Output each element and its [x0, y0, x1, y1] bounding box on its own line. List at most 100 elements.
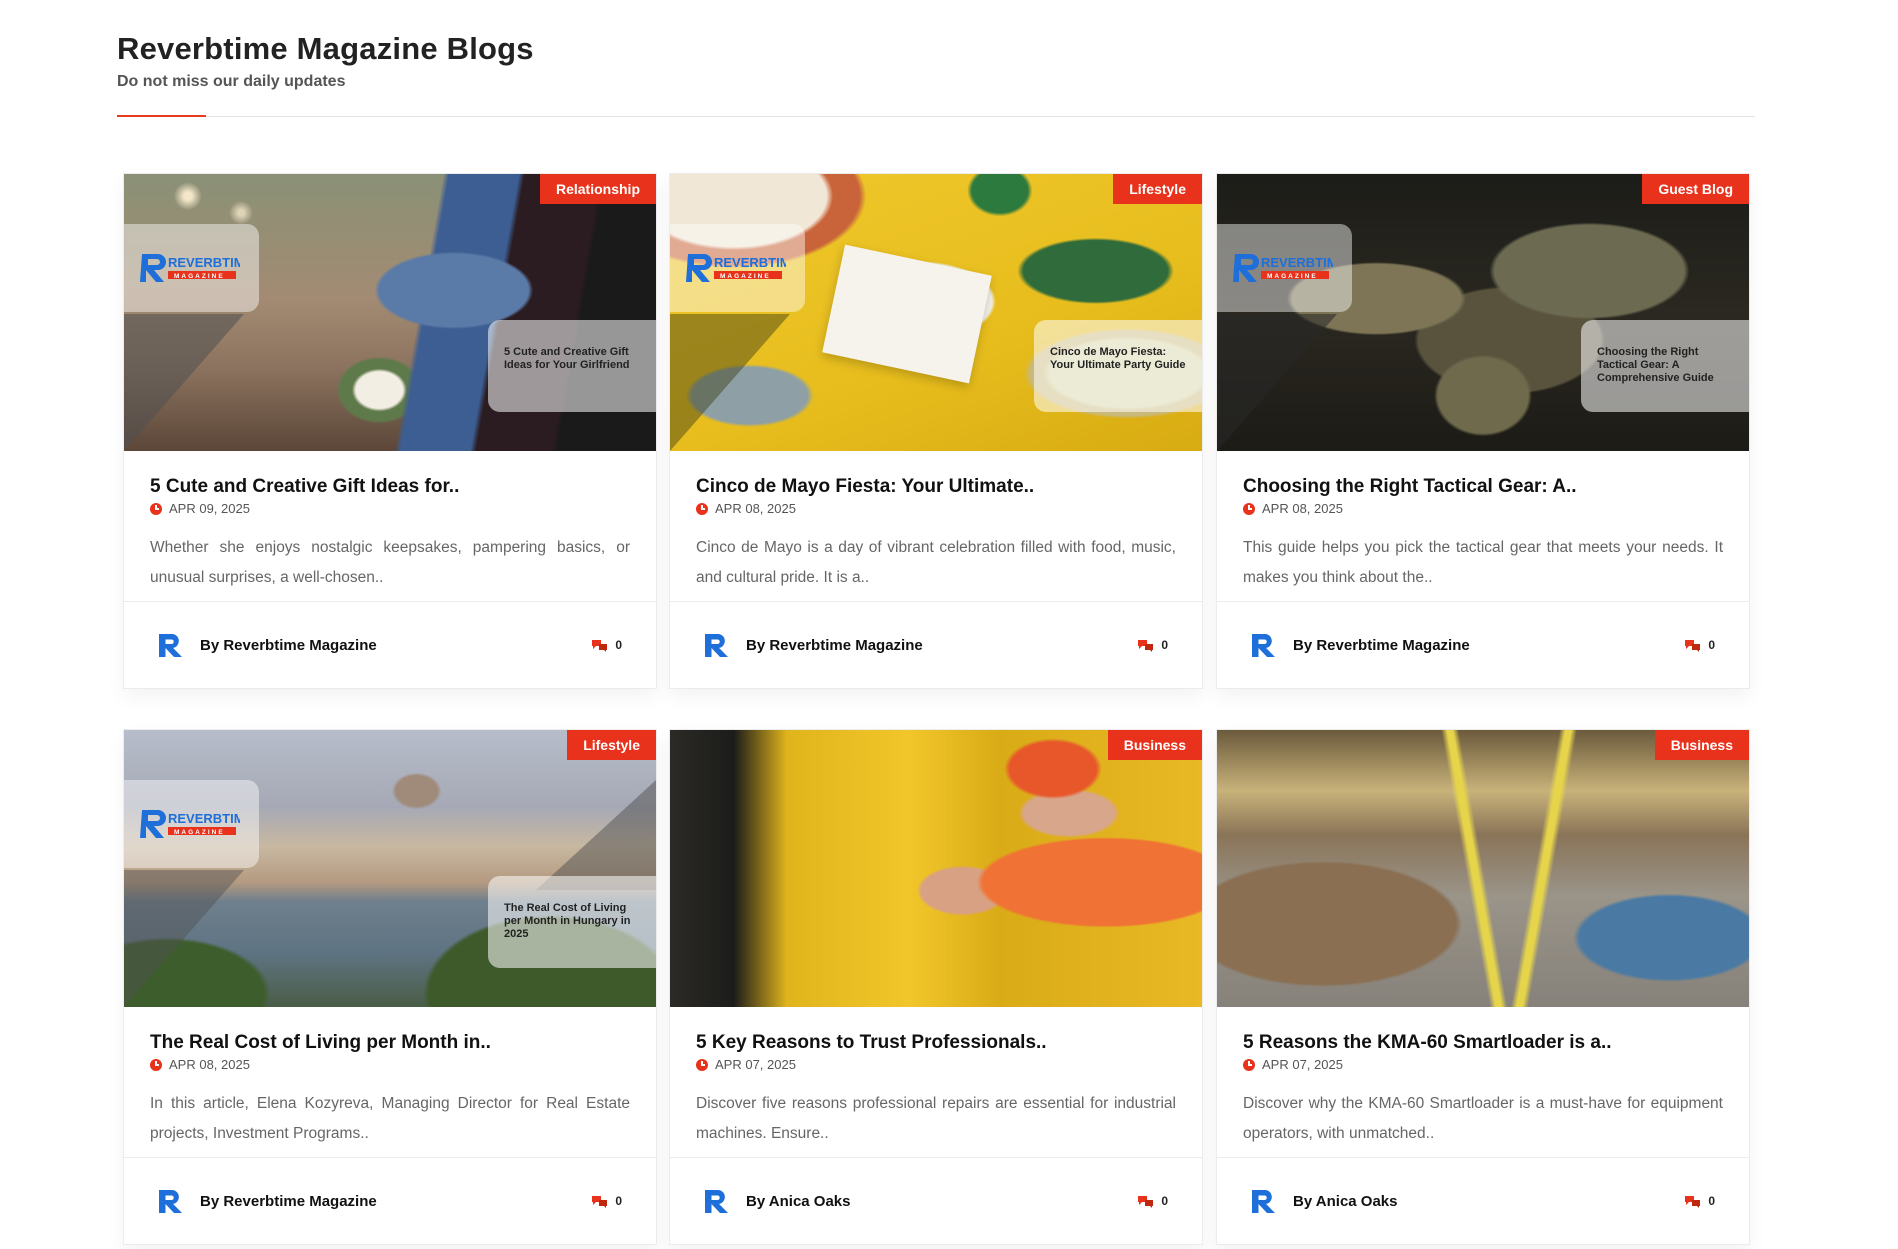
reverbtime-logo-icon: REVERBTIME MAGAZINE — [140, 810, 240, 838]
svg-text:REVERBTIME: REVERBTIME — [168, 255, 240, 270]
comments-count-text: 0 — [1161, 638, 1168, 652]
card-title[interactable]: Cinco de Mayo Fiesta: Your Ultimate.. — [696, 475, 1176, 499]
image-logo-box: REVERBTIME MAGAZINE — [670, 224, 805, 312]
clock-icon — [696, 503, 708, 515]
clock-icon — [1243, 1059, 1255, 1071]
author-name[interactable]: By Reverbtime Magazine — [746, 637, 923, 654]
card-title[interactable]: Choosing the Right Tactical Gear: A.. — [1243, 475, 1723, 499]
card-image[interactable]: REVERBTIME MAGAZINE The Real Cost of Liv… — [124, 730, 656, 1007]
card-title[interactable]: The Real Cost of Living per Month in.. — [150, 1031, 630, 1055]
blog-card[interactable]: REVERBTIME MAGAZINE Cinco de Mayo Fiesta… — [669, 173, 1203, 689]
card-date-text: APR 07, 2025 — [715, 1057, 796, 1072]
card-body: 5 Cute and Creative Gift Ideas for.. APR… — [124, 451, 656, 602]
card-footer: By Reverbtime Magazine 0 — [1217, 602, 1749, 688]
card-body: 5 Reasons the KMA-60 Smartloader is a.. … — [1217, 1007, 1749, 1158]
reverbtime-logo-icon: REVERBTIME MAGAZINE — [1233, 254, 1333, 282]
card-date-text: APR 09, 2025 — [169, 501, 250, 516]
card-image-corner-shape — [536, 780, 656, 890]
comments-count[interactable]: 0 — [591, 638, 622, 652]
reverbtime-logo-icon: REVERBTIME MAGAZINE — [686, 254, 786, 282]
card-footer: By Anica Oaks 0 — [670, 1158, 1202, 1244]
card-date: APR 08, 2025 — [1243, 501, 1723, 517]
card-excerpt: Cinco de Mayo is a day of vibrant celebr… — [696, 539, 1176, 586]
card-image-corner-shape-left — [124, 870, 244, 1007]
author-avatar-icon[interactable] — [702, 1186, 732, 1216]
author-name[interactable]: By Reverbtime Magazine — [200, 1193, 377, 1210]
card-excerpt: Discover why the KMA-60 Smartloader is a… — [1243, 1095, 1723, 1142]
section-title: Reverbtime Magazine Blogs — [117, 31, 534, 66]
comments-count-text: 0 — [1708, 638, 1715, 652]
author-avatar-icon[interactable] — [1249, 630, 1279, 660]
comments-count[interactable]: 0 — [1684, 1194, 1715, 1208]
author-name[interactable]: By Anica Oaks — [746, 1193, 851, 1210]
blog-card[interactable]: Business 5 Key Reasons to Trust Professi… — [669, 729, 1203, 1245]
comments-count[interactable]: 0 — [1137, 1194, 1168, 1208]
comments-count[interactable]: 0 — [1684, 638, 1715, 652]
comments-count[interactable]: 0 — [1137, 638, 1168, 652]
blog-card[interactable]: REVERBTIME MAGAZINE Choosing the Right T… — [1216, 173, 1750, 689]
comments-count-text: 0 — [615, 638, 622, 652]
card-image[interactable]: REVERBTIME MAGAZINE Choosing the Right T… — [1217, 174, 1749, 451]
section-divider — [117, 116, 1755, 117]
blog-card[interactable]: Business 5 Reasons the KMA-60 Smartloade… — [1216, 729, 1750, 1245]
card-image[interactable]: REVERBTIME MAGAZINE 5 Cute and Creative … — [124, 174, 656, 451]
reverbtime-logo-icon: REVERBTIME MAGAZINE — [140, 254, 240, 282]
card-date-text: APR 08, 2025 — [169, 1057, 250, 1072]
card-image-corner-shape — [1217, 314, 1337, 451]
svg-text:REVERBTIME: REVERBTIME — [714, 255, 786, 270]
author-name[interactable]: By Reverbtime Magazine — [200, 637, 377, 654]
card-body: Choosing the Right Tactical Gear: A.. AP… — [1217, 451, 1749, 602]
clock-icon — [150, 1059, 162, 1071]
card-image-photo — [1217, 730, 1749, 1007]
image-overlay-caption: Choosing the Right Tactical Gear: A Comp… — [1581, 320, 1749, 412]
comments-count[interactable]: 0 — [591, 1194, 622, 1208]
section-divider-accent — [117, 115, 206, 117]
image-overlay-caption: The Real Cost of Living per Month in Hun… — [488, 876, 656, 968]
comments-icon — [592, 639, 608, 652]
card-body: Cinco de Mayo Fiesta: Your Ultimate.. AP… — [670, 451, 1202, 602]
card-image[interactable]: Business — [1217, 730, 1749, 1007]
image-overlay-caption: Cinco de Mayo Fiesta: Your Ultimate Part… — [1034, 320, 1202, 412]
section-header: Reverbtime Magazine Blogs Do not miss ou… — [117, 30, 1755, 117]
author-avatar-icon[interactable] — [156, 630, 186, 660]
category-badge[interactable]: Lifestyle — [567, 730, 656, 760]
category-badge[interactable]: Relationship — [539, 174, 656, 204]
comments-count-text: 0 — [615, 1194, 622, 1208]
card-title[interactable]: 5 Reasons the KMA-60 Smartloader is a.. — [1243, 1031, 1723, 1055]
author-avatar-icon[interactable] — [156, 1186, 186, 1216]
card-date: APR 07, 2025 — [1243, 1057, 1723, 1073]
category-badge[interactable]: Lifestyle — [1113, 174, 1202, 204]
card-image[interactable]: REVERBTIME MAGAZINE Cinco de Mayo Fiesta… — [670, 174, 1202, 451]
category-badge[interactable]: Business — [1654, 730, 1749, 760]
card-footer: By Anica Oaks 0 — [1217, 1158, 1749, 1244]
card-title[interactable]: 5 Cute and Creative Gift Ideas for.. — [150, 475, 630, 499]
card-body: The Real Cost of Living per Month in.. A… — [124, 1007, 656, 1158]
image-logo-box: REVERBTIME MAGAZINE — [124, 224, 259, 312]
card-title[interactable]: 5 Key Reasons to Trust Professionals.. — [696, 1031, 1176, 1055]
author-name[interactable]: By Reverbtime Magazine — [1293, 637, 1470, 654]
author-avatar-icon[interactable] — [1249, 1186, 1279, 1216]
card-image-corner-shape — [670, 314, 790, 451]
section-subtitle: Do not miss our daily updates — [117, 73, 346, 90]
comments-count-text: 0 — [1708, 1194, 1715, 1208]
card-date: APR 08, 2025 — [696, 501, 1176, 517]
card-footer: By Reverbtime Magazine 0 — [670, 602, 1202, 688]
comments-icon — [592, 1195, 608, 1208]
svg-text:MAGAZINE: MAGAZINE — [174, 829, 225, 836]
card-excerpt: In this article, Elena Kozyreva, Managin… — [150, 1095, 630, 1142]
image-logo-box: REVERBTIME MAGAZINE — [124, 780, 259, 868]
comments-icon — [1685, 639, 1701, 652]
svg-text:REVERBTIME: REVERBTIME — [1261, 255, 1333, 270]
comments-icon — [1138, 639, 1154, 652]
card-excerpt: This guide helps you pick the tactical g… — [1243, 539, 1723, 586]
comments-icon — [1685, 1195, 1701, 1208]
card-date: APR 07, 2025 — [696, 1057, 1176, 1073]
blog-card[interactable]: REVERBTIME MAGAZINE The Real Cost of Liv… — [123, 729, 657, 1245]
author-avatar-icon[interactable] — [702, 630, 732, 660]
card-image[interactable]: Business — [670, 730, 1202, 1007]
author-name[interactable]: By Anica Oaks — [1293, 1193, 1398, 1210]
category-badge[interactable]: Business — [1107, 730, 1202, 760]
image-overlay-caption: 5 Cute and Creative Gift Ideas for Your … — [488, 320, 656, 412]
blog-card[interactable]: REVERBTIME MAGAZINE 5 Cute and Creative … — [123, 173, 657, 689]
category-badge[interactable]: Guest Blog — [1642, 174, 1749, 204]
